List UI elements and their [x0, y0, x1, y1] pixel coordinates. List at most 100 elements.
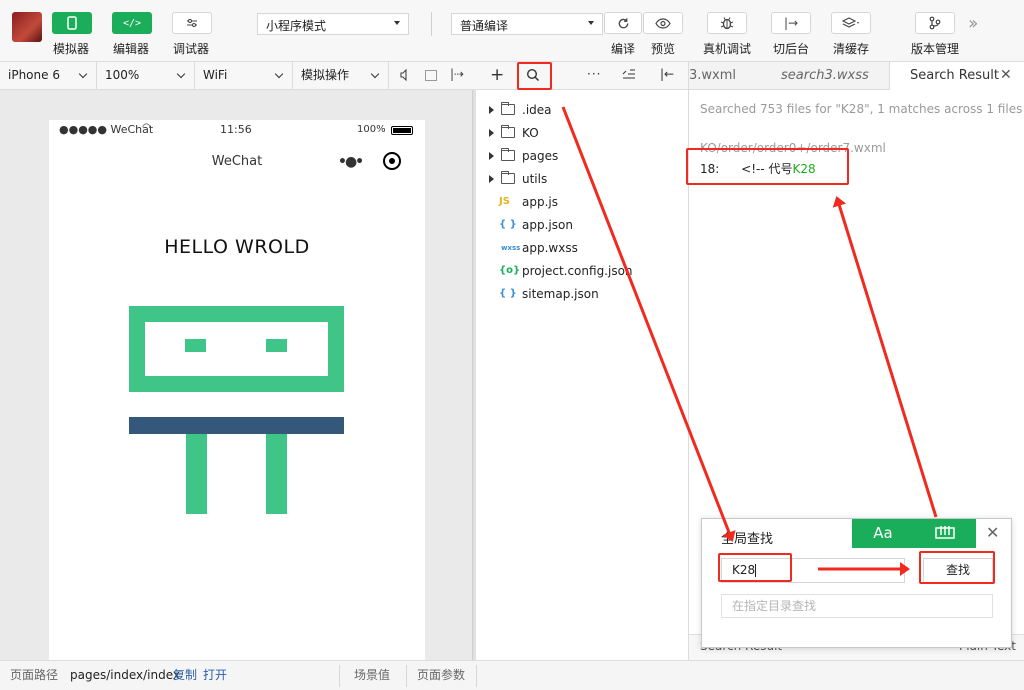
directory-scope-placeholder: 在指定目录查找	[732, 599, 817, 613]
whole-word-toggle[interactable]	[914, 519, 976, 548]
folder-item[interactable]: KO	[476, 123, 689, 143]
page-params-button[interactable]: 页面参数	[417, 661, 465, 690]
file-explorer: .idea KO pages utils JS app.js { } app.json wxss…	[476, 90, 689, 660]
folder-item[interactable]: utils	[476, 169, 689, 189]
bottom-status-bar: 页面路径 pages/index/index 复制 打开 场景值 页面参数	[0, 660, 1024, 690]
compile-button[interactable]	[604, 12, 642, 34]
copy-path-link[interactable]: 复制	[173, 661, 197, 690]
add-file-icon[interactable]: +	[490, 65, 504, 85]
file-item[interactable]: { } app.json	[476, 215, 689, 235]
folder-icon	[501, 125, 515, 138]
phone-screen[interactable]: ●●●●● WeChat ◠ 11:56 100% WeChat •●• HEL…	[49, 120, 425, 660]
tab-search-result-label: Search Result	[910, 68, 999, 83]
whole-word-icon	[935, 526, 955, 539]
wifi-icon: ◠	[142, 122, 151, 133]
simulator-toggle-button[interactable]	[52, 12, 92, 34]
switch-background-button[interactable]: |→	[771, 12, 811, 34]
eye-icon	[655, 17, 671, 29]
editor-tabs: 3.wxml search3.wxss Search Result ✕	[689, 62, 1024, 91]
json-file-icon: { }	[499, 219, 517, 230]
preview-label: 预览	[651, 42, 676, 56]
status-divider	[476, 665, 477, 687]
open-path-link[interactable]: 打开	[203, 661, 227, 690]
tab-search-wxss[interactable]: search3.wxss	[781, 62, 869, 90]
tab-search-result[interactable]: Search Result ✕	[889, 62, 1024, 91]
sliders-icon	[187, 19, 197, 27]
window-icon[interactable]	[425, 70, 437, 81]
simulator-label: 模拟器	[53, 42, 90, 56]
chevron-right-icon[interactable]	[489, 175, 494, 183]
dock-left-icon[interactable]: |←	[660, 67, 674, 81]
more-chevrons-icon[interactable]: ››	[968, 13, 979, 34]
speaker-icon[interactable]	[400, 68, 410, 82]
detach-icon[interactable]: |⇢	[450, 67, 464, 81]
directory-scope-input[interactable]: 在指定目录查找	[721, 594, 993, 618]
chevron-right-icon[interactable]	[489, 129, 494, 137]
close-dialog-icon[interactable]: ✕	[986, 523, 999, 542]
version-control-button[interactable]	[915, 12, 955, 34]
search-icon-highlight	[517, 62, 552, 90]
signal-carrier: ●●●●● WeChat	[59, 123, 154, 136]
folder-item[interactable]: .idea	[476, 100, 689, 120]
folder-icon	[501, 171, 515, 184]
avatar[interactable]	[12, 12, 42, 42]
phone-icon	[67, 16, 77, 30]
compile-select-value: 普通编译	[460, 19, 509, 33]
caret-down-icon	[394, 21, 400, 25]
editor-toggle-button[interactable]: </>	[112, 12, 152, 34]
tree-item-label: app.wxss	[522, 241, 578, 255]
tab-wxml[interactable]: 3.wxml	[689, 62, 747, 90]
hello-heading: HELLO WROLD	[164, 236, 310, 258]
debugger-toggle-button[interactable]	[172, 12, 212, 34]
tree-item-label: project.config.json	[522, 264, 633, 278]
device-select-value: iPhone 6	[8, 68, 60, 82]
compile-label: 编译	[611, 42, 636, 56]
tree-item-label: sitemap.json	[522, 287, 599, 301]
nav-title: WeChat	[211, 154, 263, 169]
tree-item-label: utils	[522, 172, 548, 186]
battery-icon	[391, 126, 413, 135]
collapse-all-icon[interactable]	[622, 68, 636, 83]
folder-item[interactable]: pages	[476, 146, 689, 166]
preview-button[interactable]	[643, 12, 683, 34]
more-options-icon[interactable]: ···	[587, 67, 601, 81]
main-toolbar: 模拟器 </> 编辑器 调试器 小程序模式 普通编译 编译 预览 真机调试 |→…	[0, 0, 1024, 62]
simulator-panel: ●●●●● WeChat ◠ 11:56 100% WeChat •●• HEL…	[0, 90, 472, 660]
real-device-debug-button[interactable]	[707, 12, 747, 34]
status-divider	[339, 665, 340, 687]
file-item[interactable]: wxss app.wxss	[476, 238, 689, 258]
status-divider	[406, 665, 407, 687]
compile-select[interactable]: 普通编译	[451, 13, 603, 35]
file-item[interactable]: { } sitemap.json	[476, 284, 689, 304]
code-icon: </>	[122, 17, 142, 29]
zoom-select[interactable]: 100%	[97, 62, 195, 89]
network-select[interactable]: WiFi	[195, 62, 293, 89]
explorer-toolbar: + ··· |←	[476, 62, 689, 90]
chevron-down-icon	[370, 69, 380, 79]
simulate-operation-value: 模拟操作	[301, 68, 350, 82]
device-select[interactable]: iPhone 6	[0, 62, 97, 89]
clear-cache-button[interactable]	[831, 12, 871, 34]
search-summary: Searched 753 files for "K28", 1 matches …	[700, 102, 1023, 116]
capsule-more-icon[interactable]: •●•	[338, 154, 364, 170]
file-item[interactable]: JS app.js	[476, 192, 689, 212]
mode-select-value: 小程序模式	[266, 19, 327, 33]
file-item[interactable]: {o} project.config.json	[476, 261, 689, 281]
case-sensitive-toggle[interactable]: Aa	[852, 519, 914, 548]
chevron-right-icon[interactable]	[489, 106, 494, 114]
layers-icon	[841, 17, 859, 28]
chevron-right-icon[interactable]	[489, 152, 494, 160]
tree-item-label: pages	[522, 149, 559, 163]
scene-value-button[interactable]: 场景值	[354, 661, 390, 690]
chevron-down-icon	[176, 69, 186, 79]
simulate-operation-select[interactable]: 模拟操作	[293, 62, 389, 89]
tree-item-label: KO	[522, 126, 539, 140]
capsule-close-icon[interactable]	[383, 152, 401, 170]
find-dialog-title: 全局查找	[721, 532, 774, 547]
version-control-label: 版本管理	[911, 42, 960, 56]
json-file-icon: { }	[499, 288, 517, 299]
folder-icon	[501, 102, 515, 115]
mode-select[interactable]: 小程序模式	[257, 13, 409, 35]
close-tab-icon[interactable]: ✕	[1000, 67, 1012, 83]
chevron-down-icon	[78, 69, 88, 79]
